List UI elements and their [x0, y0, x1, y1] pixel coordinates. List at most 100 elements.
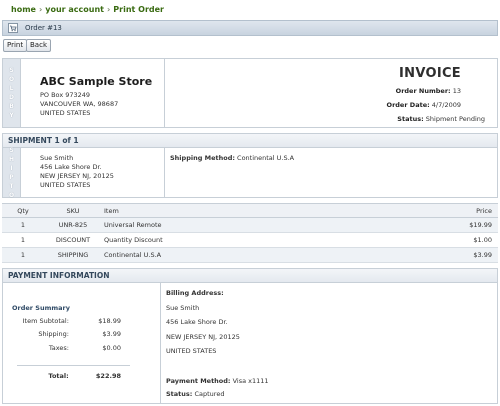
column-header-item: Item: [102, 203, 438, 218]
shipping-row: Shipping: $3.99: [3, 330, 121, 338]
payment-panel: Order Summary Item Subtotal: $18.99 Ship…: [2, 283, 498, 404]
billing-line: Sue Smith: [166, 304, 200, 312]
table-row: 1 DISCOUNT Quantity Discount $1.00: [2, 232, 498, 248]
shipment-heading: SHIPMENT 1 of 1: [2, 133, 498, 148]
strip-letter: D: [9, 94, 14, 101]
strip-letter: I: [10, 164, 13, 172]
payment-heading: PAYMENT INFORMATION: [2, 268, 498, 283]
billing-address-heading: Billing Address:: [166, 289, 224, 297]
cell-sku: DISCOUNT: [44, 232, 102, 248]
cell-price: $3.99: [438, 247, 498, 263]
taxes-row: Taxes: $0.00: [3, 344, 121, 352]
store-name: ABC Sample Store: [40, 75, 153, 88]
invoice-title: INVOICE: [399, 66, 461, 81]
strip-letter: O: [8, 191, 15, 199]
subtotal-value: $18.99: [98, 317, 121, 325]
cell-sku: UNR-825: [44, 217, 102, 233]
billing-line: 456 Lake Shore Dr.: [166, 318, 228, 326]
shipping-method-label: Shipping Method:: [170, 154, 235, 162]
column-header-price: Price: [438, 203, 498, 218]
cell-item: Continental U.S.A: [102, 247, 438, 263]
taxes-label: Taxes:: [48, 344, 69, 352]
store-address: PO Box 973249 VANCOUVER WA, 98687 UNITED…: [40, 91, 118, 118]
strip-letter: O: [8, 76, 15, 83]
breadcrumb: home › your account › Print Order: [11, 5, 164, 14]
cell-item: Universal Remote: [102, 217, 438, 233]
billing-line: NEW JERSEY NJ, 20125: [166, 333, 240, 341]
total-value: $22.98: [95, 372, 121, 380]
divider: [160, 283, 161, 403]
table-row: 1 UNR-825 Universal Remote $19.99: [2, 217, 498, 233]
items-table-wrap: Qty SKU Item Price 1 UNR-825 Universal R…: [2, 203, 498, 263]
cell-sku: SHIPPING: [44, 247, 102, 263]
sold-by-strip: S O L D B Y: [3, 59, 21, 127]
payment-status-label: Status:: [166, 390, 193, 398]
divider: [164, 59, 165, 127]
cell-item: Quantity Discount: [102, 232, 438, 248]
address-line: UNITED STATES: [40, 181, 91, 189]
billing-line: UNITED STATES: [166, 347, 217, 355]
cell-qty: 1: [2, 247, 44, 263]
print-button[interactable]: Print: [3, 39, 28, 52]
strip-letter: L: [9, 85, 14, 92]
taxes-value: $0.00: [102, 344, 121, 352]
breadcrumb-current: Print Order: [113, 5, 164, 14]
subtotal-row: Item Subtotal: $18.99: [3, 317, 121, 325]
payment-method-label: Payment Method:: [166, 377, 231, 385]
ship-to-address: Sue Smith 456 Lake Shore Dr. NEW JERSEY …: [40, 154, 114, 190]
breadcrumb-separator: ›: [38, 5, 43, 14]
strip-letter: Y: [9, 112, 14, 119]
breadcrumb-separator: ›: [106, 5, 111, 14]
column-header-sku: SKU: [44, 203, 102, 218]
address-line: Sue Smith: [40, 154, 74, 162]
total-row: Total: $22.98: [3, 372, 121, 380]
address-line: 456 Lake Shore Dr.: [40, 163, 102, 171]
total-label: Total:: [48, 372, 69, 380]
address-line: NEW JERSEY NJ, 20125: [40, 172, 114, 180]
cell-qty: 1: [2, 217, 44, 233]
order-date-label: Order Date:: [386, 101, 430, 109]
order-status-label: Status:: [397, 115, 424, 123]
address-line: UNITED STATES: [40, 109, 91, 117]
shipping-label: Shipping:: [38, 330, 69, 338]
shipping-value: $3.99: [102, 330, 121, 338]
cell-price: $19.99: [438, 217, 498, 233]
strip-letter: S: [9, 146, 14, 154]
strip-letter: H: [8, 155, 15, 163]
order-date-value: 4/7/2009: [431, 101, 461, 109]
shipment-panel: S H I P T O Sue Smith 456 Lake Shore Dr.…: [2, 146, 498, 199]
order-title-bar: Order #13: [2, 20, 498, 36]
order-summary-title: Order Summary: [12, 304, 70, 312]
payment-method-value: Visa x1111: [232, 377, 269, 385]
cart-icon: [8, 23, 18, 33]
back-button[interactable]: Back: [26, 39, 51, 52]
invoice-header-panel: S O L D B Y ABC Sample Store PO Box 9732…: [2, 58, 498, 128]
divider: [164, 148, 165, 197]
order-number-value: 13: [452, 87, 461, 95]
order-status-value: Shipment Pending: [425, 115, 485, 123]
cell-price: $1.00: [438, 232, 498, 248]
items-table: Qty SKU Item Price 1 UNR-825 Universal R…: [2, 203, 498, 263]
ship-to-strip: S H I P T O: [3, 146, 21, 199]
table-header-row: Qty SKU Item Price: [2, 203, 498, 218]
table-row: 1 SHIPPING Continental U.S.A $3.99: [2, 247, 498, 263]
strip-letter: P: [9, 173, 14, 181]
order-status-row: Status: Shipment Pending: [397, 115, 485, 123]
subtotal-label: Item Subtotal:: [22, 317, 69, 325]
strip-letter: B: [9, 103, 14, 110]
shipping-method-value: Continental U.S.A: [237, 154, 295, 162]
order-date-row: Order Date: 4/7/2009: [387, 101, 461, 109]
address-line: PO Box 973249: [40, 91, 91, 99]
order-title: Order #13: [25, 24, 62, 32]
payment-status-value: Captured: [194, 390, 225, 398]
shipping-method: Shipping Method: Continental U.S.A: [170, 154, 294, 163]
breadcrumb-account-link[interactable]: your account: [45, 5, 104, 14]
address-line: VANCOUVER WA, 98687: [40, 100, 119, 108]
payment-method-row: Payment Method: Visa x1111: [166, 377, 269, 385]
order-number-row: Order Number: 13: [396, 87, 461, 95]
strip-letter: S: [9, 67, 14, 74]
strip-letter: T: [9, 182, 14, 190]
breadcrumb-home-link[interactable]: home: [11, 5, 36, 14]
totals-divider: [17, 365, 130, 366]
column-header-qty: Qty: [2, 203, 44, 218]
